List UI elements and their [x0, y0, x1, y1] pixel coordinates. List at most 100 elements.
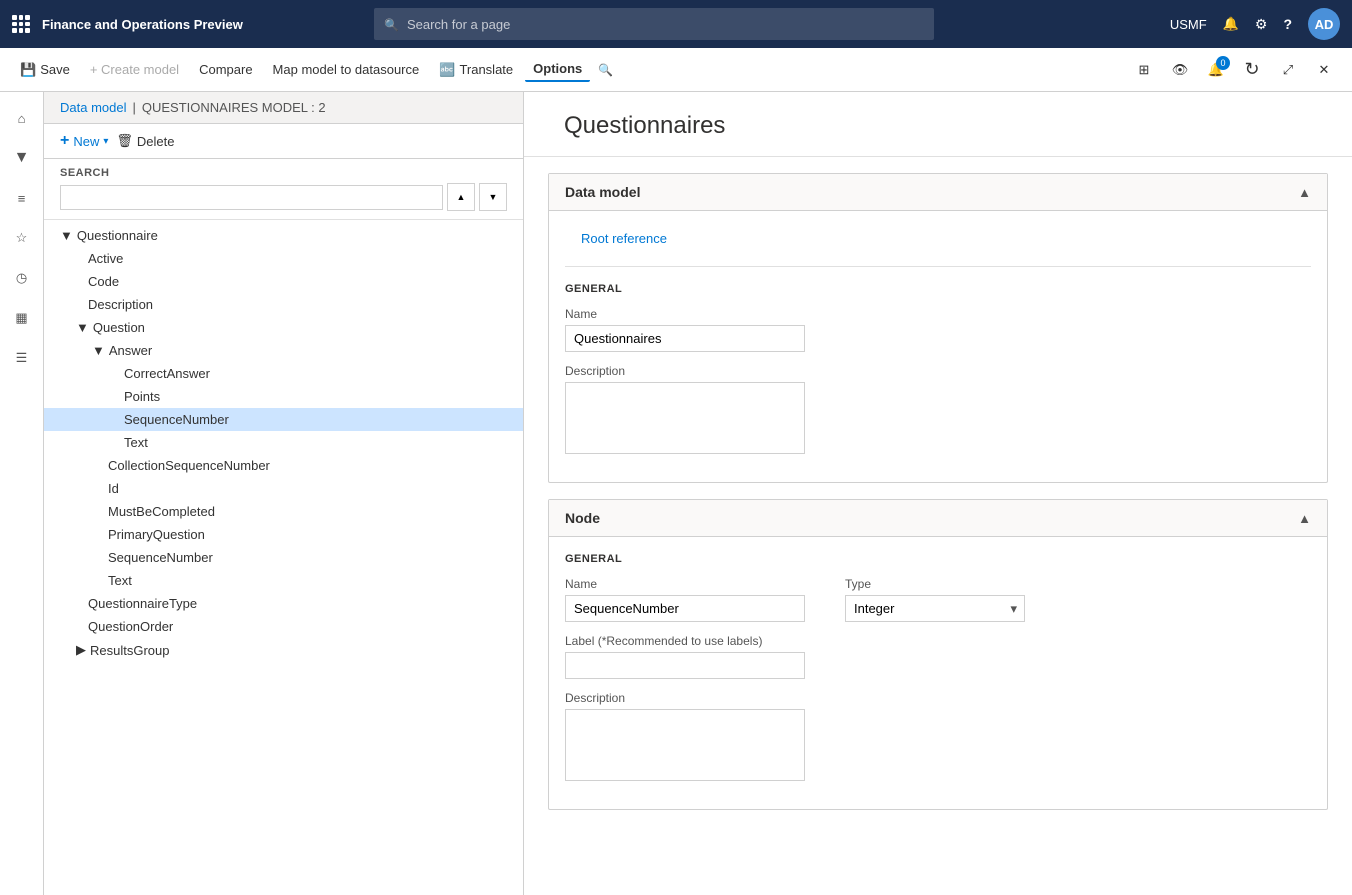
create-model-button[interactable]: + Create model	[82, 58, 187, 81]
waffle-icon[interactable]	[12, 15, 30, 33]
home-icon: ⌂	[18, 111, 26, 126]
translate-button[interactable]: 🔤 Translate	[431, 58, 521, 82]
sidebar-item-menu[interactable]: ≡	[4, 180, 40, 216]
breadcrumb: Data model | QUESTIONNAIRES MODEL : 2	[44, 92, 523, 124]
data-model-section-body: Root reference GENERAL Name Description	[549, 211, 1327, 482]
grid-icon-button[interactable]: ⊞	[1128, 54, 1160, 86]
breadcrumb-separator: |	[132, 100, 135, 115]
tree-item-resultsgroup[interactable]: ▶ ResultsGroup	[44, 638, 523, 662]
user-label: USMF	[1170, 17, 1207, 32]
search-input-row: ▲ ▼	[60, 183, 507, 211]
toolbar-search-icon[interactable]	[594, 58, 617, 81]
divider	[565, 266, 1311, 267]
menu-icon: ≡	[18, 191, 26, 206]
search-input[interactable]	[407, 17, 924, 32]
data-model-collapse-button[interactable]: ▲	[1298, 184, 1311, 200]
tree-item-answer[interactable]: ▼ Answer	[44, 339, 523, 362]
node-type-select-wrapper[interactable]: Integer String Boolean Real DateTime Enu…	[845, 595, 1025, 622]
tree-item-id[interactable]: Id	[44, 477, 523, 500]
expand-button[interactable]: ⤢	[1272, 54, 1304, 86]
tree-item-text-answer[interactable]: Text	[44, 431, 523, 454]
search-icon	[384, 17, 399, 32]
node-collapse-button[interactable]: ▲	[1298, 510, 1311, 526]
sidebar-item-filter[interactable]: ▼	[4, 140, 40, 176]
tree-item-description[interactable]: Description	[44, 293, 523, 316]
app-title: Finance and Operations Preview	[42, 17, 362, 32]
global-search-bar[interactable]	[374, 8, 934, 40]
sidebar-item-clock[interactable]: ◷	[4, 260, 40, 296]
badge-button[interactable]: 🔔 0	[1200, 54, 1232, 86]
collapse-icon: ▲	[1298, 185, 1311, 200]
avatar[interactable]: AD	[1308, 8, 1340, 40]
tree-item-code[interactable]: Code	[44, 270, 523, 293]
top-nav-right: USMF AD	[1170, 8, 1340, 40]
page-title: Questionnaires	[524, 92, 1352, 157]
node-label-label: Label (*Recommended to use labels)	[565, 634, 805, 648]
detail-area: Questionnaires Data model ▲ Root referen…	[524, 92, 1352, 895]
tree-toggle-answer: ▼	[92, 343, 105, 358]
description-form-group: Description	[565, 364, 1311, 454]
tree-item-text-question[interactable]: Text	[44, 569, 523, 592]
gear-icon[interactable]	[1255, 16, 1268, 33]
clock-icon: ◷	[16, 270, 27, 286]
search-down-button[interactable]: ▼	[479, 183, 507, 211]
root-reference-link[interactable]: Root reference	[565, 227, 683, 250]
filter-icon: ▼	[14, 149, 30, 167]
close-button[interactable]: ✕	[1308, 54, 1340, 86]
breadcrumb-data-model[interactable]: Data model	[60, 100, 126, 115]
node-label-form-group: Label (*Recommended to use labels)	[565, 634, 805, 679]
sidebar-item-table[interactable]: ▦	[4, 300, 40, 336]
description-textarea[interactable]	[565, 382, 805, 454]
delete-button[interactable]: 🗑 Delete	[116, 133, 174, 149]
node-description-textarea[interactable]	[565, 709, 805, 781]
sidebar-item-star[interactable]: ☆	[4, 220, 40, 256]
search-up-button[interactable]: ▲	[447, 183, 475, 211]
nav-actions: + New ▾ 🗑 Delete	[44, 124, 523, 159]
expand-icon: ⤢	[1283, 62, 1293, 78]
tree-toggle-resultsgroup: ▶	[76, 642, 86, 658]
sidebar-item-home[interactable]: ⌂	[4, 100, 40, 136]
eye-button[interactable]: 👁	[1164, 54, 1196, 86]
help-icon[interactable]	[1283, 16, 1292, 32]
node-section-header: Node ▲	[549, 500, 1327, 537]
data-model-section-title: Data model	[565, 184, 640, 200]
name-form-group: Name	[565, 307, 1311, 352]
close-icon: ✕	[1319, 62, 1330, 78]
tree-item-collectionsequencenumber[interactable]: CollectionSequenceNumber	[44, 454, 523, 477]
map-model-button[interactable]: Map model to datasource	[265, 58, 428, 81]
node-name-group: Name Label (*Recommended to use labels) …	[565, 577, 805, 793]
node-name-input[interactable]	[565, 595, 805, 622]
grid-icon: ⊞	[1139, 62, 1150, 78]
sidebar-item-list[interactable]: ☰	[4, 340, 40, 376]
tree-item-questionnairetype[interactable]: QuestionnaireType	[44, 592, 523, 615]
node-label-input[interactable]	[565, 652, 805, 679]
node-type-select[interactable]: Integer String Boolean Real DateTime Enu…	[845, 595, 1025, 622]
node-section-title: Node	[565, 510, 600, 526]
tree-item-questionorder[interactable]: QuestionOrder	[44, 615, 523, 638]
tree-item-sequencenumber-question[interactable]: SequenceNumber	[44, 546, 523, 569]
tree-item-question[interactable]: ▼ Question	[44, 316, 523, 339]
tree-item-active[interactable]: Active	[44, 247, 523, 270]
name-label: Name	[565, 307, 1311, 321]
save-button[interactable]: Save	[12, 58, 78, 82]
badge-count: 0	[1216, 56, 1230, 70]
tree-item-correctanswer[interactable]: CorrectAnswer	[44, 362, 523, 385]
name-input[interactable]	[565, 325, 805, 352]
search-section: SEARCH ▲ ▼	[44, 159, 523, 220]
breadcrumb-model-name: QUESTIONNAIRES MODEL : 2	[142, 100, 326, 115]
new-plus-icon: +	[60, 132, 69, 150]
tree-item-sequencenumber-answer[interactable]: SequenceNumber	[44, 408, 523, 431]
star-icon: ☆	[16, 230, 28, 246]
tree-item-questionnaire[interactable]: ▼ Questionnaire	[44, 224, 523, 247]
bell-icon[interactable]	[1223, 16, 1239, 32]
tree-item-points[interactable]: Points	[44, 385, 523, 408]
options-button[interactable]: Options	[525, 57, 590, 82]
tree-item-primaryquestion[interactable]: PrimaryQuestion	[44, 523, 523, 546]
new-button[interactable]: + New ▾	[60, 132, 108, 150]
eye-icon: 👁	[1172, 62, 1189, 78]
compare-button[interactable]: Compare	[191, 58, 260, 81]
tree-search-input[interactable]	[60, 185, 443, 210]
tree-area[interactable]: ▼ Questionnaire Active Code Description …	[44, 220, 523, 895]
refresh-button[interactable]: ↻	[1236, 54, 1268, 86]
tree-item-mustbecompleted[interactable]: MustBeCompleted	[44, 500, 523, 523]
